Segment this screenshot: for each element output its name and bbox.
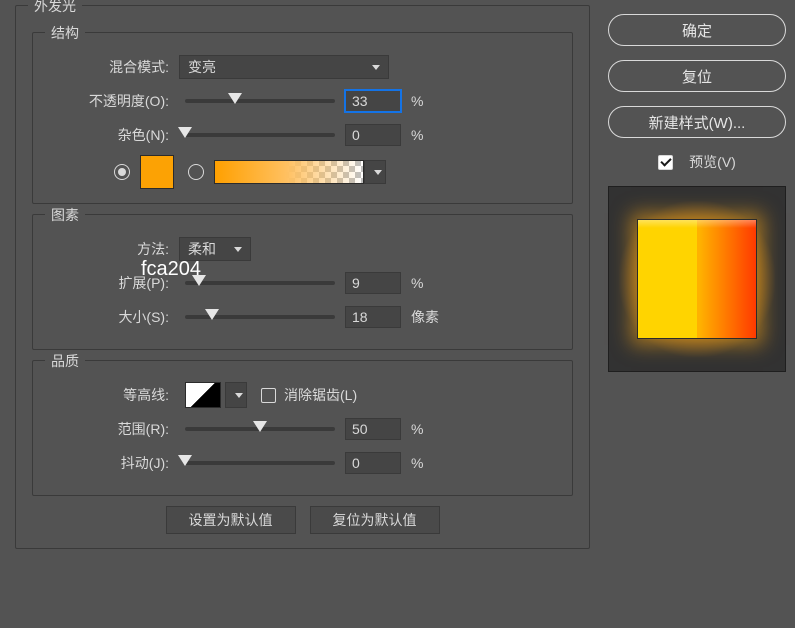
opacity-slider[interactable] [185, 99, 335, 103]
spread-unit: % [411, 275, 441, 291]
structure-title: 结构 [45, 23, 85, 43]
opacity-input[interactable] [345, 90, 401, 112]
size-input[interactable] [345, 306, 401, 328]
technique-select[interactable]: 柔和 [179, 237, 251, 261]
range-label: 范围(R): [49, 419, 179, 439]
noise-input[interactable] [345, 124, 401, 146]
structure-group: 结构 混合模式: 变亮 不透明度(O): % 杂色(N): [32, 32, 573, 204]
size-unit: 像素 [411, 307, 441, 327]
technique-value: 柔和 [188, 239, 216, 259]
elements-group: 图素 方法: 柔和 扩展(P): % 大小(S): [32, 214, 573, 350]
blend-mode-select[interactable]: 变亮 [179, 55, 389, 79]
chevron-down-icon [372, 65, 380, 70]
preview-box [608, 186, 786, 372]
noise-slider[interactable] [185, 133, 335, 137]
ok-button[interactable]: 确定 [608, 14, 786, 46]
spread-input[interactable] [345, 272, 401, 294]
jitter-slider[interactable] [185, 461, 335, 465]
contour-label: 等高线: [49, 385, 179, 405]
gradient-dropdown[interactable] [364, 160, 386, 184]
make-default-button[interactable]: 设置为默认值 [166, 506, 296, 534]
new-style-button[interactable]: 新建样式(W)... [608, 106, 786, 138]
noise-unit: % [411, 127, 441, 143]
quality-group: 品质 等高线: 消除锯齿(L) 范围(R): % 抖动(J): [32, 360, 573, 496]
spread-slider[interactable] [185, 281, 335, 285]
chevron-down-icon [374, 170, 382, 175]
jitter-input[interactable] [345, 452, 401, 474]
reset-default-button[interactable]: 复位为默认值 [310, 506, 440, 534]
size-slider[interactable] [185, 315, 335, 319]
preview-thumb [637, 219, 757, 339]
blend-mode-label: 混合模式: [49, 57, 179, 77]
size-label: 大小(S): [49, 307, 179, 327]
gradient-swatch[interactable] [214, 160, 364, 184]
outer-glow-panel: 外发光 结构 混合模式: 变亮 不透明度(O): % 杂色(N): [15, 5, 590, 549]
blend-mode-value: 变亮 [188, 57, 216, 77]
chevron-down-icon [235, 393, 243, 398]
technique-label: 方法: [49, 239, 179, 259]
color-swatch[interactable] [140, 155, 174, 189]
quality-title: 品质 [45, 351, 85, 371]
contour-dropdown[interactable] [225, 382, 247, 408]
antialias-label: 消除锯齿(L) [284, 385, 357, 405]
reset-button[interactable]: 复位 [608, 60, 786, 92]
spread-label: 扩展(P): [49, 273, 179, 293]
chevron-down-icon [234, 247, 242, 252]
jitter-unit: % [411, 455, 441, 471]
range-slider[interactable] [185, 427, 335, 431]
jitter-label: 抖动(J): [49, 453, 179, 473]
panel-title: 外发光 [28, 0, 82, 16]
opacity-label: 不透明度(O): [49, 91, 179, 111]
preview-checkbox[interactable] [658, 155, 673, 170]
opacity-unit: % [411, 93, 441, 109]
preview-label: 预览(V) [689, 152, 736, 172]
noise-label: 杂色(N): [49, 125, 179, 145]
gradient-radio[interactable] [188, 164, 204, 180]
range-unit: % [411, 421, 441, 437]
elements-title: 图素 [45, 205, 85, 225]
solid-color-radio[interactable] [114, 164, 130, 180]
contour-swatch[interactable] [185, 382, 221, 408]
antialias-checkbox[interactable] [261, 388, 276, 403]
range-input[interactable] [345, 418, 401, 440]
